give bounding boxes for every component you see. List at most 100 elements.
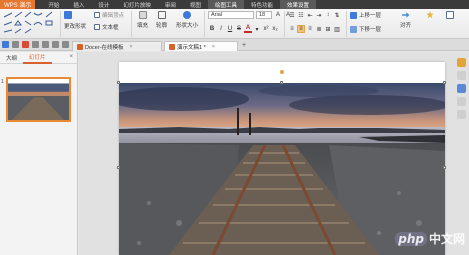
numbered-list-icon[interactable]: ☷: [297, 11, 305, 19]
tab-presentation-1[interactable]: 演示文稿1 * ×: [164, 41, 238, 51]
rotate-button[interactable]: [426, 11, 434, 19]
align-center-icon[interactable]: ≡: [297, 25, 305, 33]
edit-vertex-icon: [94, 12, 100, 18]
rotate-handle[interactable]: [280, 70, 284, 74]
bring-forward-icon: [350, 11, 357, 19]
tab-docer-templates[interactable]: Docer-在线模板 ×: [72, 41, 162, 51]
distribute-icon[interactable]: ⊞: [324, 25, 332, 33]
font-family-select[interactable]: Arial: [208, 11, 254, 19]
menu-effects[interactable]: 效果设置: [279, 0, 316, 9]
fill-label: 填充: [137, 23, 149, 29]
bullet-list-icon[interactable]: ☰: [288, 11, 296, 19]
slide-thumbnail-image: [8, 79, 69, 120]
app-menu-button[interactable]: WPS 演示: [0, 0, 36, 9]
resize-handle-n[interactable]: [280, 81, 283, 84]
menu-home[interactable]: 开始: [41, 0, 66, 9]
more-tools-icon[interactable]: [457, 110, 466, 119]
shape-gallery[interactable]: [2, 11, 58, 35]
menu-drawing-tools[interactable]: 绘图工具: [207, 0, 244, 9]
slide-canvas[interactable]: php 中文网: [79, 52, 469, 255]
more-button[interactable]: [446, 11, 454, 19]
text-box-button[interactable]: 文本框: [94, 23, 119, 31]
menu-review[interactable]: 审阅: [158, 0, 183, 9]
watermark: php 中文网: [395, 230, 465, 247]
ribbon: 更改形状 编辑顶点 文本框 填充 轮廓 形状大小 Arial 18 A A B …: [0, 9, 469, 39]
menu-features[interactable]: 特色功能: [244, 0, 280, 9]
bold-button[interactable]: B: [208, 25, 216, 33]
font-size-select[interactable]: 18: [256, 11, 272, 19]
grow-font-icon[interactable]: A: [274, 11, 282, 19]
send-backward-button[interactable]: 下移一层: [350, 25, 381, 33]
align-button[interactable]: 对齐: [400, 11, 411, 29]
slide-panel: 大纲 幻灯片 × 1: [0, 52, 78, 255]
tab-outline[interactable]: 大纲: [0, 52, 23, 64]
fill-button[interactable]: 填充: [137, 11, 148, 29]
strikethrough-button[interactable]: S: [235, 25, 243, 33]
close-tab-icon[interactable]: ×: [212, 44, 215, 50]
close-tab-icon[interactable]: ×: [130, 44, 133, 50]
align-right-icon[interactable]: ≡: [306, 25, 314, 33]
change-shape-button[interactable]: [64, 11, 72, 19]
resize-handle-e[interactable]: [443, 166, 446, 169]
text-direction-icon[interactable]: ⇅: [333, 11, 341, 19]
align-left-icon[interactable]: ≡: [288, 25, 296, 33]
bring-forward-button[interactable]: 上移一层: [350, 11, 381, 19]
outline-label: 轮廓: [156, 23, 168, 29]
resize-handle-w[interactable]: [117, 166, 120, 169]
menu-insert[interactable]: 插入: [66, 0, 91, 9]
slide-thumbnail-1[interactable]: [6, 77, 71, 122]
tab-presentation-label: 演示文稿1 *: [177, 44, 206, 51]
document-tab-row: Docer-在线模板 × 演示文稿1 * × +: [0, 39, 469, 51]
app-name: WPS 演示: [4, 3, 32, 9]
tab-slides[interactable]: 幻灯片: [23, 52, 52, 64]
outline-button[interactable]: 轮廓: [156, 11, 167, 29]
shape-tool-icon[interactable]: [457, 71, 466, 80]
columns-icon[interactable]: ▥: [333, 25, 341, 33]
increase-indent-icon[interactable]: ⇥: [315, 11, 323, 19]
redo-icon[interactable]: [52, 41, 59, 48]
edit-vertex-button[interactable]: 编辑顶点: [94, 11, 124, 19]
underline-button[interactable]: U: [226, 25, 234, 33]
slide-number: 1: [1, 79, 4, 85]
subscript-icon[interactable]: x₂: [271, 25, 279, 33]
superscript-icon[interactable]: x²: [262, 25, 270, 33]
decrease-indent-icon[interactable]: ⇤: [306, 11, 314, 19]
justify-icon[interactable]: ≣: [315, 25, 323, 33]
italic-button[interactable]: I: [217, 25, 225, 33]
text-box-icon: [94, 24, 100, 30]
shape-size-button[interactable]: 形状大小: [176, 11, 198, 29]
rotate-icon: [426, 11, 434, 19]
preview-icon[interactable]: [32, 41, 39, 48]
object-properties-icon[interactable]: [457, 58, 466, 67]
animation-icon[interactable]: [457, 97, 466, 106]
quick-access-toolbar: [2, 41, 69, 48]
slide[interactable]: [117, 62, 446, 255]
shape-size-label: 形状大小: [176, 23, 199, 29]
menu-bar: WPS 演示 开始 插入 设计 幻灯片放映 审阅 视图 绘图工具 特色功能 效果…: [0, 0, 469, 9]
menu-slideshow[interactable]: 幻灯片放映: [116, 0, 158, 9]
close-panel-icon[interactable]: ×: [69, 54, 73, 60]
outline-pen-icon: [157, 11, 166, 19]
resize-handle-nw[interactable]: [117, 81, 120, 84]
change-shape-label: 更改形状: [64, 24, 87, 30]
new-tab-icon[interactable]: +: [242, 42, 246, 49]
customize-icon[interactable]: [62, 41, 69, 48]
style-icon[interactable]: [457, 84, 466, 93]
selection-pane-icon: [446, 11, 454, 19]
shape-size-icon: [183, 11, 191, 19]
save-icon[interactable]: [2, 41, 9, 48]
menu-design[interactable]: 设计: [91, 0, 116, 9]
fill-bucket-icon: [138, 11, 147, 19]
menu-view[interactable]: 视图: [183, 0, 208, 9]
open-icon[interactable]: [12, 41, 19, 48]
line-spacing-icon[interactable]: ↕: [324, 11, 332, 19]
undo-icon[interactable]: [42, 41, 49, 48]
wps-icon: [77, 43, 83, 50]
font-color-dropdown-icon[interactable]: ▾: [253, 25, 261, 33]
font-size-value: 18: [259, 12, 266, 18]
slide-panel-header: 大纲 幻灯片: [0, 52, 77, 64]
font-color-button[interactable]: A: [244, 25, 252, 33]
resize-handle-ne[interactable]: [443, 81, 446, 84]
change-shape-label-row[interactable]: 更改形状: [64, 22, 86, 30]
print-icon[interactable]: [22, 41, 29, 48]
